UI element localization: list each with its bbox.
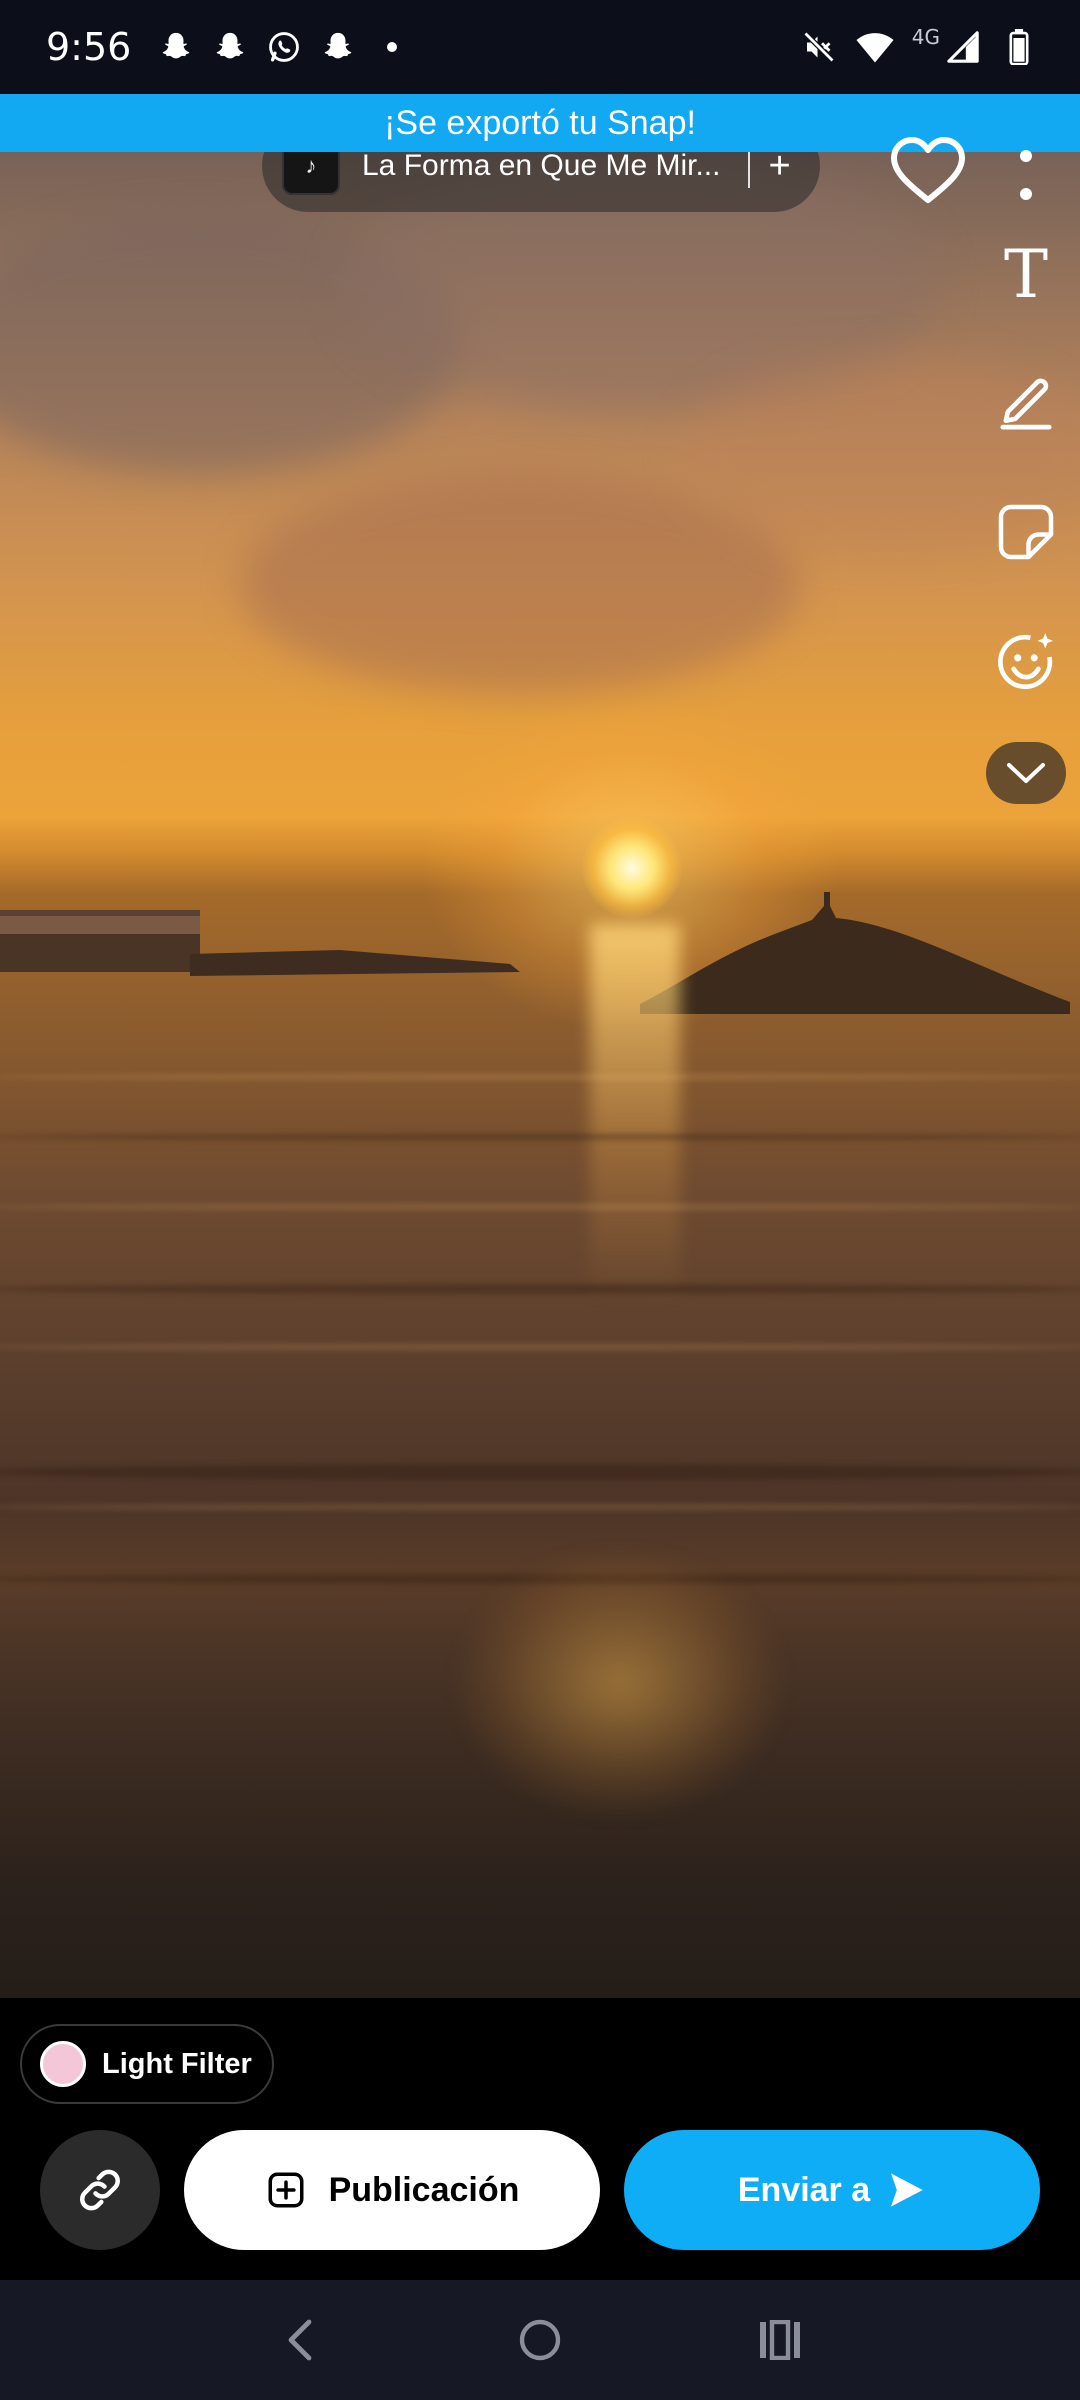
system-nav-bar <box>0 2280 1080 2400</box>
dot-icon <box>373 28 411 66</box>
snapchat-icon <box>157 28 195 66</box>
wave <box>0 1284 1080 1294</box>
back-icon[interactable] <box>270 2310 330 2370</box>
signal-icon <box>944 28 982 66</box>
mute-icon <box>800 28 838 66</box>
text-tool-icon[interactable]: T <box>990 236 1062 313</box>
heart-icon[interactable] <box>888 136 968 206</box>
filter-swatch <box>40 2041 86 2087</box>
link-button[interactable] <box>40 2130 160 2250</box>
island-silhouette <box>640 892 1070 1014</box>
link-icon <box>80 2169 120 2211</box>
post-button[interactable]: Publicación <box>184 2130 600 2250</box>
snapchat-icon <box>211 28 249 66</box>
status-right: 4G <box>800 25 1038 66</box>
wave <box>0 1504 1080 1510</box>
light-filter-chip[interactable]: Light Filter <box>20 2024 274 2104</box>
wave <box>0 1074 1080 1080</box>
sun-reflection <box>590 924 680 1304</box>
snapchat-icon <box>319 28 357 66</box>
filter-label: Light Filter <box>102 2047 252 2080</box>
pencil-icon[interactable] <box>990 364 1062 436</box>
network-type-label: 4G <box>911 25 940 49</box>
whatsapp-icon <box>265 28 303 66</box>
wifi-icon <box>856 28 894 66</box>
emoji-sparkle-icon[interactable] <box>990 626 1062 698</box>
status-left: 9:56 <box>46 25 411 69</box>
sticker-icon[interactable] <box>990 496 1062 568</box>
send-arrow-icon <box>891 2173 923 2207</box>
status-bar: 9:56 4G <box>0 0 1080 94</box>
battery-icon <box>1000 28 1038 66</box>
wave <box>0 1204 1080 1210</box>
send-to-button[interactable]: Enviar a <box>624 2130 1040 2250</box>
post-label: Publicación <box>328 2170 520 2209</box>
more-icon[interactable] <box>1014 150 1038 200</box>
home-icon[interactable] <box>510 2310 570 2370</box>
chevron-down-icon[interactable] <box>986 742 1066 804</box>
wave <box>0 1464 1080 1480</box>
snap-preview-image[interactable] <box>0 94 1080 1998</box>
status-time: 9:56 <box>46 25 132 69</box>
music-title: La Forma en Que Me Mir... <box>362 149 721 182</box>
pier-silhouette <box>0 910 520 976</box>
recents-icon[interactable] <box>750 2310 810 2370</box>
wave <box>0 1134 1080 1140</box>
beach-reflection <box>460 1554 780 1814</box>
add-music-button[interactable]: + <box>768 147 790 185</box>
send-label: Enviar a <box>737 2170 871 2209</box>
wave <box>0 1344 1080 1350</box>
add-post-icon <box>268 2172 304 2208</box>
